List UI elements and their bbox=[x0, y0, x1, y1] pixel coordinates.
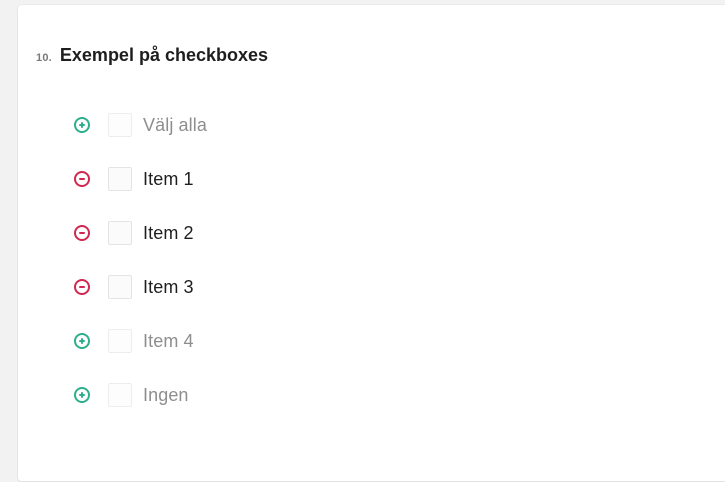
checkbox-item-1[interactable] bbox=[108, 167, 132, 191]
plus-circle-icon[interactable] bbox=[74, 333, 90, 349]
minus-circle-icon[interactable] bbox=[74, 171, 90, 187]
checkbox-item-2[interactable] bbox=[108, 221, 132, 245]
checkbox-ingen[interactable] bbox=[108, 383, 132, 407]
minus-circle-icon[interactable] bbox=[74, 225, 90, 241]
checkbox-options-list: Välj alla Item 1 Item 2 Item 3 Item 4 In… bbox=[70, 98, 670, 422]
option-label-item-1: Item 1 bbox=[143, 168, 194, 189]
checkbox-valj-alla[interactable] bbox=[108, 113, 132, 137]
option-row-item-2: Item 2 bbox=[70, 206, 670, 260]
question-header: 10. Exempel på checkboxes bbox=[36, 45, 268, 66]
option-label-item-3: Item 3 bbox=[143, 276, 194, 297]
option-row-item-4: Item 4 bbox=[70, 314, 670, 368]
plus-circle-icon[interactable] bbox=[74, 387, 90, 403]
question-number: 10. bbox=[36, 52, 52, 64]
checkbox-item-3[interactable] bbox=[108, 275, 132, 299]
option-row-valj-alla: Välj alla bbox=[70, 98, 670, 152]
option-row-item-3: Item 3 bbox=[70, 260, 670, 314]
question-title: Exempel på checkboxes bbox=[59, 45, 269, 65]
option-label-item-4: Item 4 bbox=[143, 330, 194, 351]
plus-circle-icon[interactable] bbox=[74, 117, 90, 133]
minus-circle-icon[interactable] bbox=[74, 279, 90, 295]
option-label-valj-alla: Välj alla bbox=[143, 114, 207, 135]
option-row-ingen: Ingen bbox=[70, 368, 670, 422]
option-label-item-2: Item 2 bbox=[143, 222, 194, 243]
checkbox-item-4[interactable] bbox=[108, 329, 132, 353]
option-label-ingen: Ingen bbox=[143, 384, 189, 405]
question-card: 10. Exempel på checkboxes Välj alla Item… bbox=[18, 5, 725, 481]
option-row-item-1: Item 1 bbox=[70, 152, 670, 206]
